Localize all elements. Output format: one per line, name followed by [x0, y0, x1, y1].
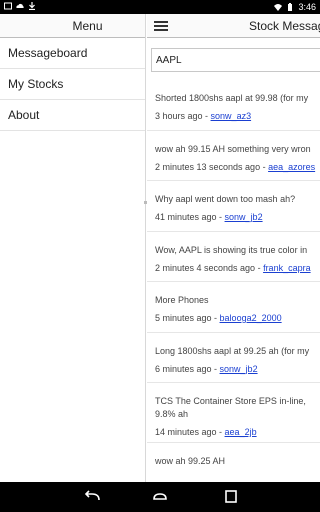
- list-item[interactable]: TCS The Container Store EPS in-line, 9.8…: [147, 383, 320, 443]
- message-user-link[interactable]: balooga2_2000: [220, 313, 282, 323]
- message-time: 6 minutes ago -: [155, 363, 220, 374]
- message-list: Shorted 1800shs aapl at 99.98 (for my 3 …: [147, 80, 320, 482]
- wifi-icon: [274, 4, 283, 11]
- message-time: 5 minutes ago -: [155, 313, 220, 323]
- message-meta: 6 minutes ago - sonw_jb2: [155, 364, 320, 375]
- drawer-title: Menu: [0, 14, 145, 38]
- message-meta: 2 minutes 4 seconds ago - frank_capra: [155, 263, 320, 274]
- hamburger-menu-icon[interactable]: [154, 21, 168, 31]
- recent-apps-icon[interactable]: [222, 489, 240, 505]
- list-item[interactable]: Why aapl went down too mash ah? 41 minut…: [147, 181, 320, 232]
- cloud-upload-icon: [16, 3, 24, 8]
- back-icon[interactable]: [83, 489, 101, 505]
- message-text: wow ah 99.15 AH something very wron: [155, 143, 311, 154]
- message-text: Long 1800shs aapl at 99.25 ah (for my: [155, 345, 310, 356]
- drawer-item-messageboard[interactable]: Messageboard: [0, 38, 145, 69]
- list-item[interactable]: Wow, AAPL is showing its true color in 2…: [147, 232, 320, 282]
- message-user-link[interactable]: aea_2jb: [225, 427, 257, 437]
- system-navigation-bar: [0, 482, 320, 512]
- screenshot-icon: [4, 2, 12, 10]
- message-meta: 41 minutes ago - sonw_jb2: [155, 212, 320, 223]
- message-text: More Phones: [155, 295, 209, 305]
- message-meta: 14 minutes ago - aea_2jb: [155, 427, 320, 438]
- message-time: 41 minutes ago -: [155, 212, 225, 222]
- message-text: wow ah 99.25 AH: [155, 456, 226, 466]
- message-user-link[interactable]: sonw_jb2: [220, 364, 258, 374]
- list-item[interactable]: Shorted 1800shs aapl at 99.98 (for my 3 …: [147, 80, 320, 131]
- list-item[interactable]: More Phones 5 minutes ago - balooga2_200…: [147, 282, 320, 333]
- message-text: Shorted 1800shs aapl at 99.98 (for my: [155, 93, 309, 103]
- app-window: Menu Messageboard My Stocks About Stock …: [0, 14, 320, 482]
- home-icon[interactable]: [151, 489, 169, 505]
- message-meta: 2 minutes 13 seconds ago - aea_azores: [155, 162, 320, 173]
- message-time: 3 hours ago -: [155, 111, 211, 121]
- drawer-item-about[interactable]: About: [0, 100, 145, 131]
- message-text: Why aapl went down too mash ah?: [155, 194, 296, 204]
- message-text: Wow, AAPL is showing its true color in: [155, 244, 308, 255]
- message-user-link[interactable]: frank_capra: [263, 263, 311, 273]
- status-bar: 3:46: [0, 0, 320, 14]
- message-meta: 3 hours ago - sonw_az3: [155, 111, 320, 122]
- navigation-drawer: Menu Messageboard My Stocks About: [0, 14, 147, 482]
- message-time: 2 minutes 13 seconds ago -: [155, 161, 269, 172]
- list-item[interactable]: wow ah 99.15 AH something very wron 2 mi…: [147, 131, 320, 181]
- download-icon: [29, 2, 35, 10]
- message-time: 2 minutes 4 seconds ago -: [155, 262, 264, 273]
- message-user-link[interactable]: sonw_az3: [211, 111, 252, 121]
- ticker-search-input[interactable]: [151, 48, 320, 72]
- message-text-line2: 9.8% ah: [155, 409, 189, 419]
- drawer-item-my-stocks[interactable]: My Stocks: [0, 69, 145, 100]
- clock: 3:46: [298, 2, 316, 12]
- list-item[interactable]: Long 1800shs aapl at 99.25 ah (for my 6 …: [147, 333, 320, 383]
- action-bar: Stock Messag: [147, 14, 320, 38]
- main-panel: Stock Messag Shorted 1800shs aapl at 99.…: [147, 14, 320, 482]
- list-item[interactable]: wow ah 99.25 AH: [147, 443, 320, 482]
- message-time: 14 minutes ago -: [155, 427, 225, 437]
- page-title: Stock Messag: [249, 19, 320, 33]
- message-meta: 5 minutes ago - balooga2_2000: [155, 313, 320, 324]
- battery-icon: [288, 3, 293, 11]
- message-text: TCS The Container Store EPS in-line,: [155, 396, 306, 406]
- message-user-link[interactable]: aea_azores: [268, 162, 315, 172]
- message-user-link[interactable]: sonw_jb2: [225, 212, 263, 222]
